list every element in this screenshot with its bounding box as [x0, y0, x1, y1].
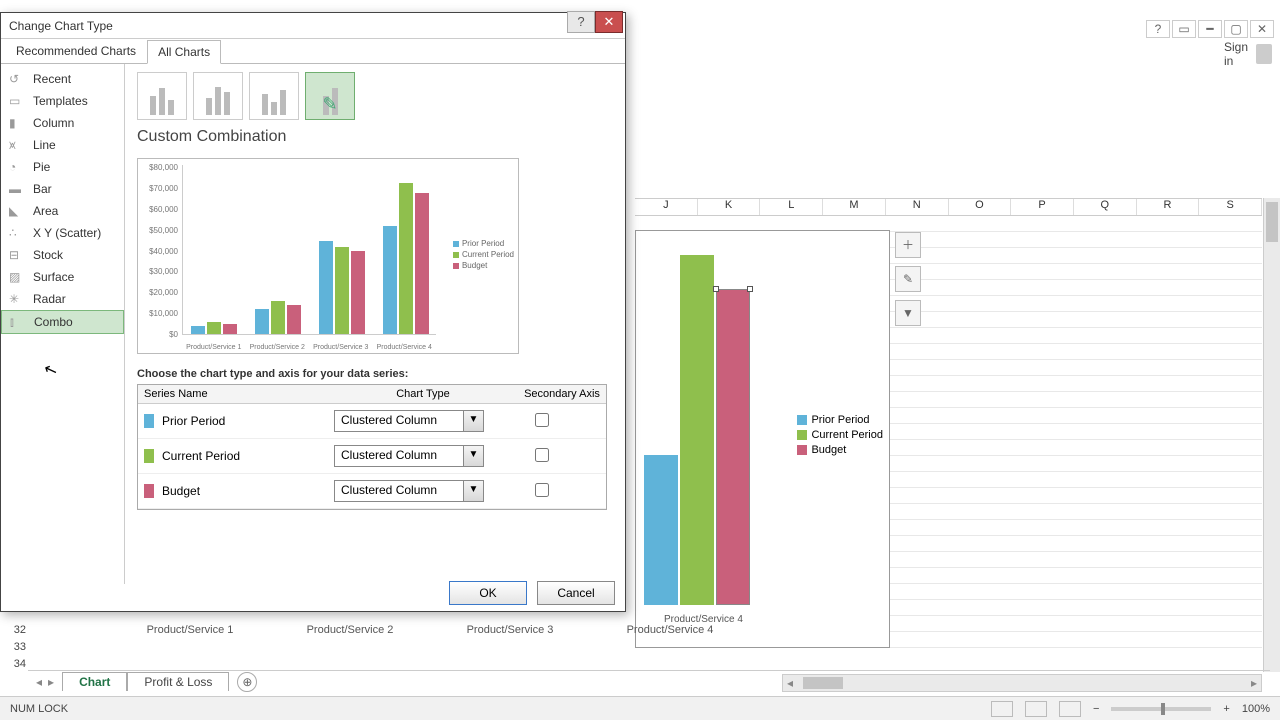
chart-category-label: Product/Service 2 [270, 624, 430, 636]
zoom-level[interactable]: 100% [1242, 703, 1270, 715]
combo-subtype-1[interactable] [137, 72, 187, 120]
recent-icon: ↺ [9, 72, 27, 86]
type-item-line[interactable]: ⩙Line [1, 134, 124, 156]
surface-icon: ▨ [9, 270, 27, 284]
avatar [1256, 44, 1272, 64]
type-item-stock[interactable]: ⊟Stock [1, 244, 124, 266]
series-table: Series Name Chart Type Secondary Axis Pr… [137, 384, 607, 510]
dropdown-icon: ▼ [463, 411, 483, 431]
column-headers: J K L M N O P Q R S [635, 198, 1262, 216]
combo-icon: ⫾ [10, 315, 28, 329]
combo-subtype-2[interactable] [193, 72, 243, 120]
secondary-axis-checkbox[interactable] [535, 483, 549, 497]
type-item-surface[interactable]: ▨Surface [1, 266, 124, 288]
series-name-label: Budget [162, 484, 334, 498]
subtype-title: Custom Combination [137, 128, 613, 146]
type-item-radar[interactable]: ✳Radar [1, 288, 124, 310]
numlock-indicator: NUM LOCK [10, 703, 68, 715]
change-chart-type-dialog: Change Chart Type ? ✕ Recommended Charts… [0, 12, 626, 612]
ok-button[interactable]: OK [449, 581, 527, 605]
sheet-nav-next-icon[interactable]: ▸ [48, 675, 54, 689]
secondary-axis-checkbox[interactable] [535, 448, 549, 462]
bar-icon: ▬ [9, 182, 27, 196]
pie-icon: ◔ [9, 160, 27, 174]
chart-type-select[interactable]: Clustered Column▼ [334, 410, 484, 432]
type-item-column[interactable]: ▮Column [1, 112, 124, 134]
radar-icon: ✳ [9, 292, 27, 306]
chart-type-select[interactable]: Clustered Column▼ [334, 480, 484, 502]
sheet-tab-profit-loss[interactable]: Profit & Loss [127, 672, 229, 691]
chart-category-label: Product/Service 3 [430, 624, 590, 636]
secondary-axis-checkbox[interactable] [535, 413, 549, 427]
normal-view-button[interactable] [991, 701, 1013, 717]
chart-preview: $80,000$70,000$60,000$50,000$40,000$30,0… [137, 158, 519, 354]
col-series-name: Series Name [138, 385, 328, 403]
page-layout-view-button[interactable] [1025, 701, 1047, 717]
templates-icon: ▭ [9, 94, 27, 108]
tab-recommended-charts[interactable]: Recommended Charts [5, 39, 147, 63]
zoom-out-button[interactable]: − [1093, 703, 1099, 715]
type-item-area[interactable]: ◣Area [1, 200, 124, 222]
chart-category-label: Product/Service 1 [110, 624, 270, 636]
dropdown-icon: ▼ [463, 481, 483, 501]
column-icon: ▮ [9, 116, 27, 130]
tab-all-charts[interactable]: All Charts [147, 40, 221, 64]
series-instruction: Choose the chart type and axis for your … [137, 368, 613, 380]
series-color-swatch [144, 484, 154, 498]
chart-legend[interactable]: Prior Period Current Period Budget [797, 411, 883, 459]
cancel-button[interactable]: Cancel [537, 581, 615, 605]
series-color-swatch [144, 449, 154, 463]
stock-icon: ⊟ [9, 248, 27, 262]
sheet-tab-chart[interactable]: Chart [62, 672, 127, 691]
dialog-help-icon[interactable]: ? [567, 11, 595, 33]
minimize-icon[interactable]: ━ [1198, 20, 1222, 38]
type-item-combo[interactable]: ⫾Combo [1, 310, 124, 334]
chart-styles-button[interactable]: ✎ [895, 266, 921, 292]
series-row: BudgetClustered Column▼ [138, 474, 606, 509]
embedded-chart-object[interactable]: Product/Service 4 Prior Period Current P… [635, 230, 890, 648]
ribbon-display-options-icon[interactable]: ▭ [1172, 20, 1196, 38]
chart-elements-button[interactable]: ＋ [895, 232, 921, 258]
chart-type-select[interactable]: Clustered Column▼ [334, 445, 484, 467]
maximize-icon[interactable]: ▢ [1224, 20, 1248, 38]
col-chart-type: Chart Type [328, 385, 518, 403]
series-name-label: Current Period [162, 449, 334, 463]
series-color-swatch [144, 414, 154, 428]
close-app-icon[interactable]: ✕ [1250, 20, 1274, 38]
series-row: Prior PeriodClustered Column▼ [138, 404, 606, 439]
area-icon: ◣ [9, 204, 27, 218]
row-headers: 323334 [6, 624, 26, 675]
type-item-bar[interactable]: ▬Bar [1, 178, 124, 200]
sheet-nav-prev-icon[interactable]: ◂ [36, 675, 42, 689]
new-sheet-button[interactable]: ⊕ [237, 672, 257, 692]
dialog-title-bar[interactable]: Change Chart Type ? ✕ [1, 13, 625, 39]
combo-subtype-custom[interactable]: ✎ [305, 72, 355, 120]
type-item-pie[interactable]: ◔Pie [1, 156, 124, 178]
combo-subtype-row: ✎ [137, 72, 613, 120]
type-item-recent[interactable]: ↺Recent [1, 68, 124, 90]
scatter-icon: ∴ [9, 226, 27, 240]
line-icon: ⩙ [9, 138, 27, 152]
dropdown-icon: ▼ [463, 446, 483, 466]
zoom-slider[interactable] [1111, 707, 1211, 711]
dialog-close-icon[interactable]: ✕ [595, 11, 623, 33]
chart-category-label: Product/Service 4 [590, 624, 750, 636]
page-break-view-button[interactable] [1059, 701, 1081, 717]
vertical-scrollbar[interactable] [1263, 198, 1280, 672]
series-row: Current PeriodClustered Column▼ [138, 439, 606, 474]
type-item-templates[interactable]: ▭Templates [1, 90, 124, 112]
zoom-in-button[interactable]: + [1223, 703, 1229, 715]
type-item-scatter[interactable]: ∴X Y (Scatter) [1, 222, 124, 244]
col-secondary-axis: Secondary Axis [518, 385, 606, 403]
horizontal-scrollbar[interactable]: ◂▸ [782, 674, 1262, 692]
help-icon[interactable]: ? [1146, 20, 1170, 38]
dialog-title: Change Chart Type [9, 19, 113, 33]
sign-in-link[interactable]: Sign in [1224, 40, 1272, 68]
status-bar: NUM LOCK − + 100% [0, 696, 1280, 720]
chart-filters-button[interactable]: ▼ [895, 300, 921, 326]
combo-subtype-3[interactable] [249, 72, 299, 120]
series-name-label: Prior Period [162, 414, 334, 428]
chart-type-list: ↺Recent ▭Templates ▮Column ⩙Line ◔Pie ▬B… [1, 64, 125, 584]
